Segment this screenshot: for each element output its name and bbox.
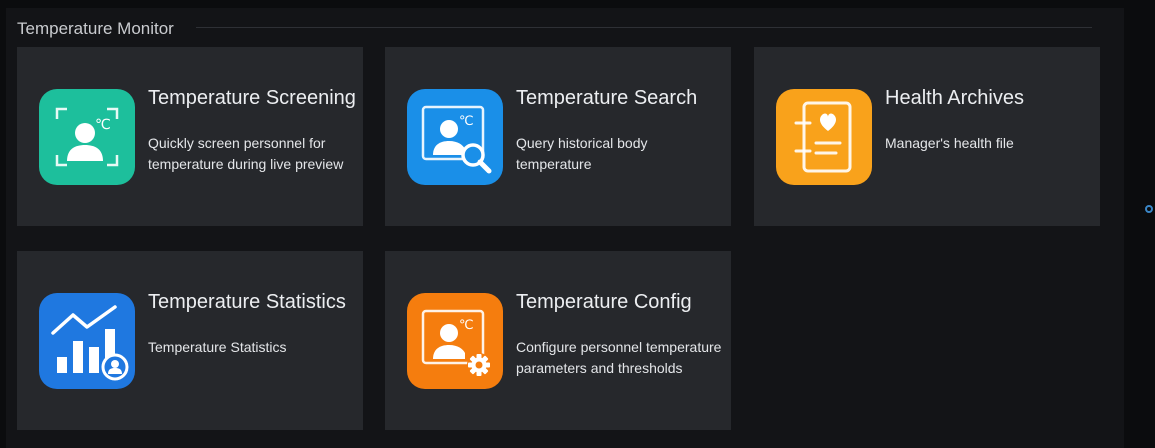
card-description: Manager's health file bbox=[885, 135, 1014, 151]
svg-text:℃: ℃ bbox=[95, 117, 111, 133]
face-scan-thermometer-icon: ℃ bbox=[39, 89, 135, 185]
card-title: Temperature Screening bbox=[148, 87, 356, 109]
app-window: Temperature Monitor ℃ Temperature Screen bbox=[0, 0, 1155, 448]
card-description: Query historical body temperature bbox=[516, 135, 648, 172]
card-temperature-screening[interactable]: ℃ Temperature Screening Quickly screen p… bbox=[17, 47, 363, 226]
temperature-search-icon: ℃ bbox=[407, 89, 503, 185]
card-temperature-statistics[interactable]: Temperature Statistics Temperature Stati… bbox=[17, 251, 363, 430]
card-description: Quickly screen personnel for temperature… bbox=[148, 135, 344, 172]
card-description: Temperature Statistics bbox=[148, 339, 287, 355]
health-archive-book-icon bbox=[776, 89, 872, 185]
temperature-config-gear-icon: ℃ bbox=[407, 293, 503, 389]
card-health-archives[interactable]: Health Archives Manager's health file bbox=[754, 47, 1100, 226]
card-description: Configure personnel temperature paramete… bbox=[516, 339, 722, 376]
card-title: Temperature Config bbox=[516, 291, 692, 313]
right-rail bbox=[1140, 8, 1155, 448]
card-title: Temperature Search bbox=[516, 87, 698, 109]
rail-handle-icon[interactable] bbox=[1145, 205, 1153, 213]
svg-text:℃: ℃ bbox=[459, 114, 474, 129]
svg-text:℃: ℃ bbox=[459, 318, 474, 333]
card-temperature-config[interactable]: ℃ Temperature Config Configure personnel… bbox=[385, 251, 731, 430]
card-temperature-search[interactable]: ℃ Temperature Search Query historical bo… bbox=[385, 47, 731, 226]
card-title: Health Archives bbox=[885, 87, 1024, 109]
section-divider bbox=[196, 27, 1092, 28]
section-title: Temperature Monitor bbox=[17, 19, 174, 38]
card-title: Temperature Statistics bbox=[148, 291, 346, 313]
statistics-chart-icon bbox=[39, 293, 135, 389]
